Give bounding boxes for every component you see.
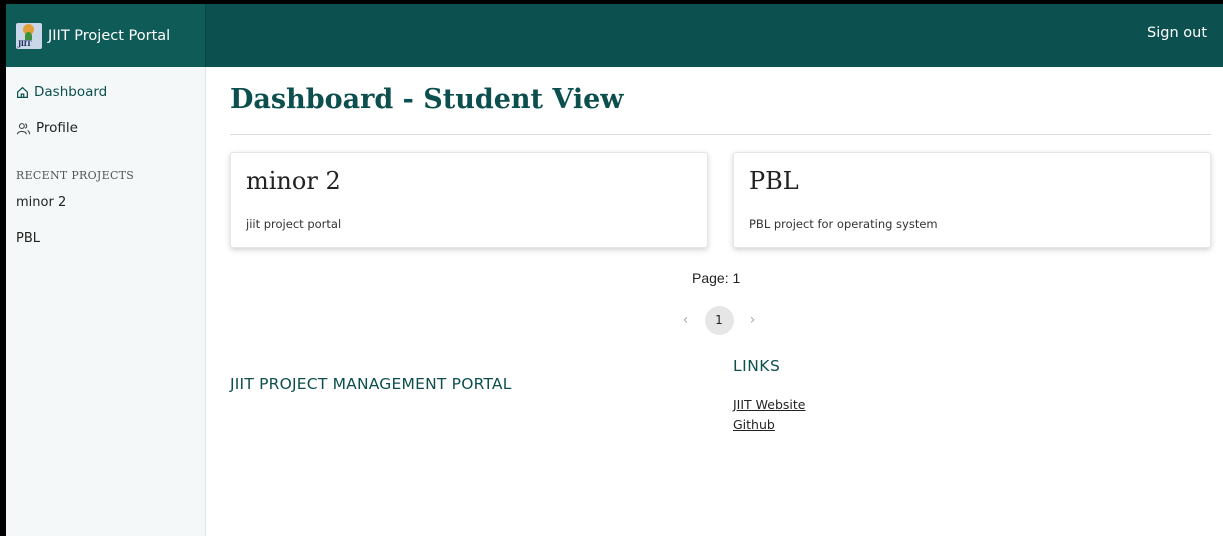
sidebar-item-dashboard[interactable]: Dashboard	[16, 84, 107, 100]
sign-out-button[interactable]: Sign out	[1147, 25, 1207, 41]
project-card-description: jiit project portal	[246, 217, 342, 231]
sidebar-item-label: Dashboard	[34, 84, 108, 100]
project-card[interactable]: PBL PBL project for operating system	[733, 152, 1211, 248]
page-button-current[interactable]: 1	[704, 305, 734, 335]
divider	[230, 134, 1211, 135]
project-card-title: minor 2	[246, 167, 341, 195]
project-card-title: PBL	[749, 167, 799, 195]
sidebar-item-label: Profile	[36, 120, 78, 136]
recent-project-item[interactable]: minor 2	[16, 195, 66, 210]
footer-title: JIIT PROJECT MANAGEMENT PORTAL	[230, 375, 512, 393]
users-icon	[16, 122, 31, 134]
recent-project-item[interactable]: PBL	[16, 231, 40, 246]
top-navbar: JIIT JIIT Project Portal Sign out	[6, 4, 1223, 67]
page-indicator: Page: 1	[692, 270, 741, 286]
sidebar: Dashboard Profile RECENT PROJECTS minor …	[6, 67, 206, 536]
jiit-website-link[interactable]: JIIT Website	[733, 397, 806, 412]
pagination: ‹ 1 ›	[669, 305, 769, 335]
app-window: JIIT JIIT Project Portal Sign out Dashbo…	[6, 4, 1223, 536]
brand[interactable]: JIIT JIIT Project Portal	[6, 4, 206, 67]
github-link[interactable]: Github	[733, 417, 775, 432]
links-heading: LINKS	[733, 357, 781, 375]
project-card-description: PBL project for operating system	[749, 217, 938, 231]
chevron-left-icon[interactable]: ‹	[679, 312, 693, 328]
home-icon	[17, 86, 28, 98]
jiit-logo: JIIT	[16, 22, 42, 49]
chevron-right-icon[interactable]: ›	[746, 312, 760, 328]
recent-projects-heading: RECENT PROJECTS	[16, 169, 135, 182]
app-title: JIIT Project Portal	[48, 27, 171, 44]
page-title: Dashboard - Student View	[230, 84, 624, 115]
sidebar-item-profile[interactable]: Profile	[16, 120, 78, 136]
project-card[interactable]: minor 2 jiit project portal	[230, 152, 708, 248]
